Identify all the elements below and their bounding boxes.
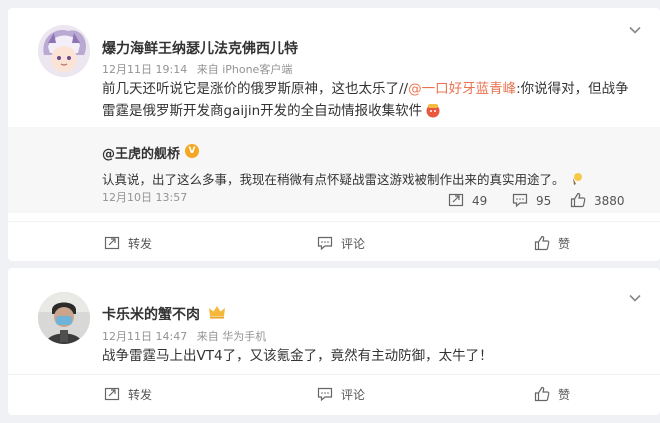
like-count: 3880 xyxy=(594,194,625,208)
comment-button[interactable]: 评论 xyxy=(317,386,365,403)
post-meta: 12月11日 14:47 来自 华为手机 xyxy=(102,328,272,344)
post-meta: 12月11日 19:14 来自 iPhone客户端 xyxy=(102,61,298,77)
feed-card: 爆力海鲜王纳瑟儿法克佛西儿特 12月11日 19:14 来自 iPhone客户端… xyxy=(8,8,660,261)
verified-badge-icon: V xyxy=(185,144,199,158)
post-text-before: 前几天还听说它是涨价的俄罗斯原神，这也太乐了// xyxy=(102,81,409,97)
repost-username[interactable]: @王虎的舰桥 xyxy=(102,143,180,162)
post-text: 战争雷霆马上出VT4了，又该氪金了，竟然有主动防御，太牛了！ xyxy=(102,348,493,364)
repost-text-body: 认真说，出了这么多事，我现在稍微有点怀疑战雷这游戏被制作出来的真实用途了。 xyxy=(102,172,565,187)
post-username[interactable]: 爆力海鲜王纳瑟儿法克佛西儿特 xyxy=(102,38,298,58)
post-text: 前几天还听说它是涨价的俄罗斯原神，这也太乐了//@一口好牙蓝青峰:你说得对，但战… xyxy=(102,78,640,122)
comment-label: 评论 xyxy=(341,388,366,402)
repost-text: 认真说，出了这么多事，我现在稍微有点怀疑战雷这游戏被制作出来的真实用途了。 xyxy=(102,169,584,188)
comment-count: 95 xyxy=(536,194,552,208)
avatar[interactable] xyxy=(38,25,90,77)
comment-icon xyxy=(317,387,333,402)
comment-button[interactable]: 评论 xyxy=(317,235,365,252)
emoji-icon xyxy=(426,104,440,118)
crown-icon xyxy=(209,306,225,319)
like-button[interactable]: 赞 xyxy=(534,235,570,252)
comment-count-button[interactable]: 95 xyxy=(512,192,551,208)
avatar[interactable] xyxy=(38,292,90,344)
comment-icon xyxy=(512,193,528,208)
repost-count: 49 xyxy=(472,194,488,208)
divider xyxy=(8,374,660,375)
post-source: 来自 华为手机 xyxy=(196,330,267,343)
repost-block[interactable]: @王虎的舰桥 V 认真说，出了这么多事，我现在稍微有点怀疑战雷这游戏被制作出来的… xyxy=(8,127,660,213)
thumbs-up-icon xyxy=(570,192,586,208)
like-label: 赞 xyxy=(558,237,571,251)
post-source: 来自 iPhone客户端 xyxy=(196,63,293,76)
comment-icon xyxy=(317,236,333,251)
post-date[interactable]: 12月11日 19:14 xyxy=(102,63,187,76)
repost-count-button[interactable]: 49 xyxy=(448,192,487,208)
repost-label: 转发 xyxy=(128,237,153,251)
thumbs-up-icon xyxy=(534,386,550,402)
chevron-down-icon[interactable] xyxy=(628,23,642,37)
repost-icon xyxy=(104,387,120,401)
post-username[interactable]: 卡乐米的蟹不肉 xyxy=(102,304,200,324)
feed-card: 卡乐米的蟹不肉 12月11日 14:47 来自 华为手机 战争雷霆马上出VT4了… xyxy=(8,268,660,415)
repost-label: 转发 xyxy=(128,388,153,402)
repost-icon xyxy=(448,193,464,207)
repost-button[interactable]: 转发 xyxy=(104,386,152,403)
post-date[interactable]: 12月11日 14:47 xyxy=(102,330,187,343)
emoji-icon xyxy=(572,173,582,185)
repost-icon xyxy=(104,236,120,250)
repost-button[interactable]: 转发 xyxy=(104,235,152,252)
like-button[interactable]: 赞 xyxy=(534,386,570,403)
mention-link[interactable]: @一口好牙蓝青峰 xyxy=(408,81,516,97)
divider xyxy=(8,221,660,222)
thumbs-up-icon xyxy=(534,235,550,251)
comment-label: 评论 xyxy=(341,237,366,251)
like-label: 赞 xyxy=(558,388,571,402)
chevron-down-icon[interactable] xyxy=(628,291,642,305)
repost-date[interactable]: 12月10日 13:57 xyxy=(102,189,187,205)
like-count-button[interactable]: 3880 xyxy=(570,192,625,208)
